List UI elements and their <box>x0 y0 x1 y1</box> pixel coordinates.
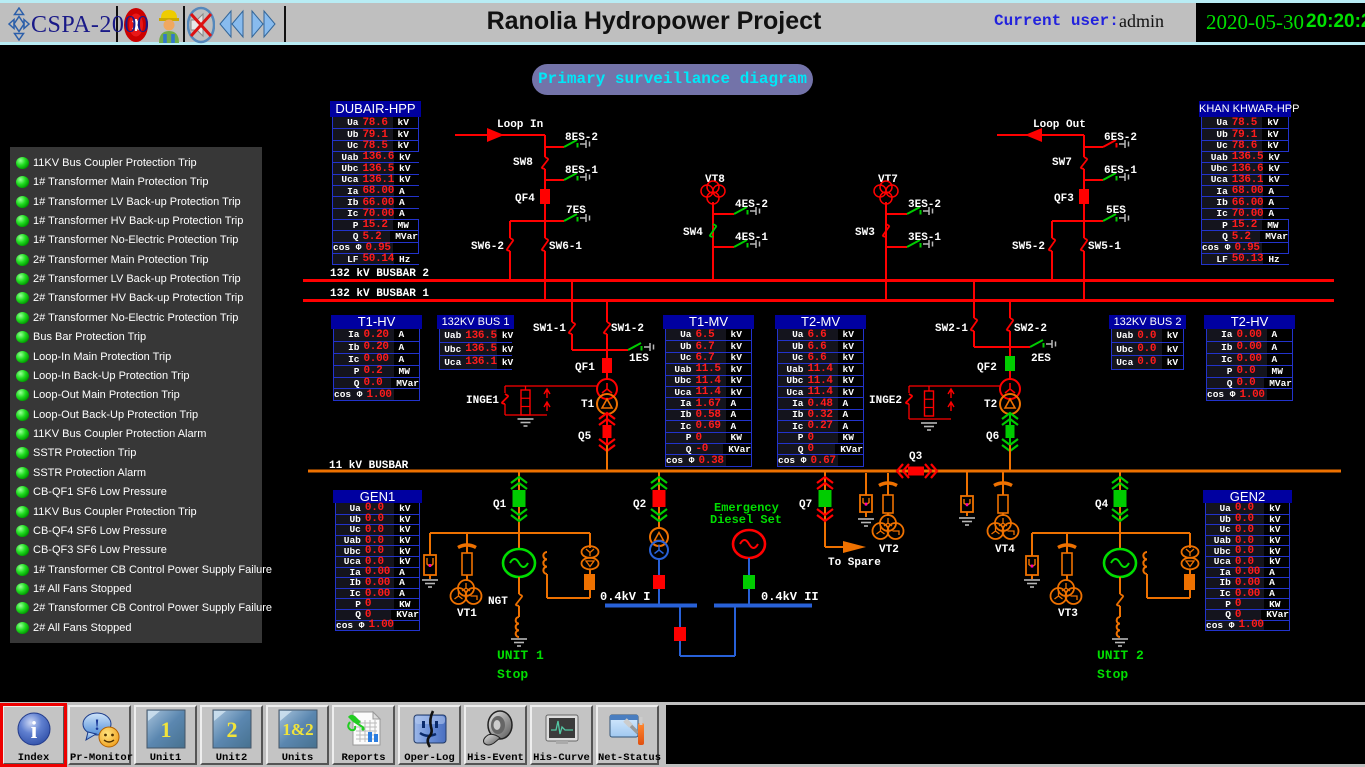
svg-text:Q3: Q3 <box>909 451 923 463</box>
svg-text:i: i <box>30 718 37 744</box>
svg-text:Q4: Q4 <box>1095 499 1109 511</box>
svg-text:!: ! <box>94 717 99 734</box>
svg-text:QF4: QF4 <box>515 193 535 205</box>
svg-text:Q1: Q1 <box>493 499 507 511</box>
svg-text:8ES-1: 8ES-1 <box>565 165 598 177</box>
svg-text:To Spare: To Spare <box>828 557 881 569</box>
svg-text:SW7: SW7 <box>1052 157 1072 169</box>
svg-text:SW3: SW3 <box>855 227 875 239</box>
svg-text:SW1-2: SW1-2 <box>611 323 644 335</box>
svg-text:UNIT 2: UNIT 2 <box>1097 648 1144 663</box>
svg-text:8ES-2: 8ES-2 <box>565 132 598 144</box>
svg-text:132 kV BUSBAR 2: 132 kV BUSBAR 2 <box>330 268 429 280</box>
svg-text:2: 2 <box>226 717 237 742</box>
svg-text:3ES-1: 3ES-1 <box>908 232 941 244</box>
svg-text:Stop: Stop <box>497 667 528 682</box>
svg-text:4ES-2: 4ES-2 <box>735 199 768 211</box>
svg-text:6ES-1: 6ES-1 <box>1104 165 1137 177</box>
svg-text:SW2-1: SW2-1 <box>935 323 968 335</box>
svg-text:SW6-1: SW6-1 <box>549 241 582 253</box>
svg-text:INGE1: INGE1 <box>466 395 499 407</box>
svg-text:QF3: QF3 <box>1054 193 1074 205</box>
svg-text:UNIT 1: UNIT 1 <box>497 648 544 663</box>
svg-text:VT3: VT3 <box>1058 608 1078 620</box>
svg-text:Q6: Q6 <box>986 431 999 443</box>
svg-text:SW1-1: SW1-1 <box>533 323 566 335</box>
svg-text:T2: T2 <box>984 399 997 411</box>
svg-text:Q2: Q2 <box>633 499 646 511</box>
svg-text:Q5: Q5 <box>578 431 592 443</box>
svg-text:Stop: Stop <box>1097 667 1128 682</box>
svg-text:1ES: 1ES <box>629 353 649 365</box>
svg-text:Q7: Q7 <box>799 499 812 511</box>
svg-text:3ES-2: 3ES-2 <box>908 199 941 211</box>
svg-text:132 kV BUSBAR 1: 132 kV BUSBAR 1 <box>330 288 429 300</box>
svg-text:SW5-2: SW5-2 <box>1012 241 1045 253</box>
svg-text:QF2: QF2 <box>977 362 997 374</box>
svg-text:0.4kV II: 0.4kV II <box>761 590 819 604</box>
svg-text:Loop In: Loop In <box>497 119 543 131</box>
svg-text:INGE2: INGE2 <box>869 395 902 407</box>
svg-text:7ES: 7ES <box>566 205 586 217</box>
svg-text:Diesel Set: Diesel Set <box>710 513 782 527</box>
svg-text:6ES-2: 6ES-2 <box>1104 132 1137 144</box>
svg-text:4ES-1: 4ES-1 <box>735 232 768 244</box>
svg-text:11 kV BUSBAR: 11 kV BUSBAR <box>329 460 409 472</box>
svg-text:2ES: 2ES <box>1031 353 1051 365</box>
svg-text:T1: T1 <box>581 399 595 411</box>
svg-text:SW4: SW4 <box>683 227 703 239</box>
svg-text:SW2-2: SW2-2 <box>1014 323 1047 335</box>
svg-text:SW5-1: SW5-1 <box>1088 241 1121 253</box>
svg-text:1&2: 1&2 <box>282 720 313 739</box>
svg-text:QF1: QF1 <box>575 362 595 374</box>
svg-text:NGT: NGT <box>488 596 508 608</box>
svg-text:SW6-2: SW6-2 <box>471 241 504 253</box>
svg-text:5ES: 5ES <box>1106 205 1126 217</box>
svg-text:SW8: SW8 <box>513 157 533 169</box>
svg-text:VT4: VT4 <box>995 544 1015 556</box>
svg-text:VT2: VT2 <box>879 544 899 556</box>
svg-text:0.4kV I: 0.4kV I <box>600 590 650 604</box>
svg-text:1: 1 <box>160 717 171 742</box>
svg-text:VT1: VT1 <box>457 608 477 620</box>
svg-text:Loop Out: Loop Out <box>1033 119 1086 131</box>
